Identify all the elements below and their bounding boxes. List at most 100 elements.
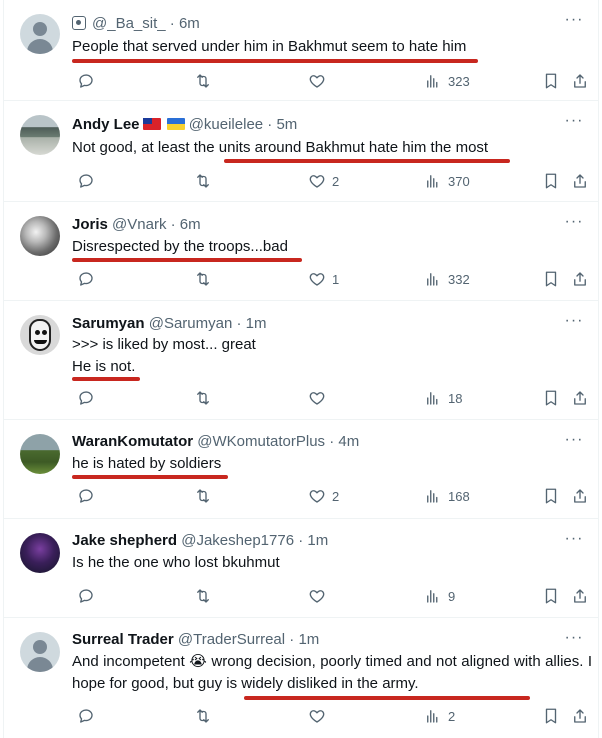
share-icon bbox=[574, 272, 586, 286]
share-button[interactable] bbox=[571, 171, 589, 191]
photo-avatar[interactable] bbox=[20, 115, 60, 155]
more-options-icon[interactable]: ··· bbox=[564, 214, 584, 232]
share-button[interactable] bbox=[571, 586, 589, 606]
views-button[interactable]: 18 bbox=[424, 388, 462, 408]
default-avatar[interactable] bbox=[20, 14, 60, 54]
retweet-button[interactable] bbox=[194, 171, 218, 191]
views-button[interactable]: 323 bbox=[424, 71, 470, 91]
retweet-button[interactable] bbox=[194, 388, 218, 408]
dot-separator: · bbox=[236, 315, 242, 332]
display-name[interactable]: Jake shepherd bbox=[72, 532, 177, 549]
like-button[interactable]: 2 bbox=[308, 486, 339, 506]
photo-avatar[interactable] bbox=[20, 216, 60, 256]
like-button[interactable]: 1 bbox=[308, 269, 339, 289]
tweet[interactable]: Andy Lee @kueilelee · 5m ··· Not good, a… bbox=[4, 101, 598, 202]
reply-button[interactable] bbox=[77, 706, 101, 726]
photo-avatar[interactable] bbox=[20, 434, 60, 474]
user-handle[interactable]: @WKomutatorPlus bbox=[197, 433, 325, 450]
like-button[interactable] bbox=[308, 706, 332, 726]
bookmark-icon bbox=[545, 708, 557, 724]
timestamp[interactable]: 1m bbox=[246, 315, 267, 332]
display-name[interactable]: Surreal Trader bbox=[72, 631, 174, 648]
like-button[interactable] bbox=[308, 586, 332, 606]
more-options-icon[interactable]: ··· bbox=[564, 531, 584, 549]
retweet-button[interactable] bbox=[194, 586, 218, 606]
tweet[interactable]: WaranKomutator @WKomutatorPlus · 4m ··· … bbox=[4, 420, 598, 519]
retweet-button[interactable] bbox=[194, 486, 218, 506]
more-options-icon[interactable]: ··· bbox=[564, 12, 584, 30]
tweet[interactable]: @_Ba_sit_ · 6m ··· People that served un… bbox=[4, 0, 598, 101]
user-handle[interactable]: @Vnark bbox=[112, 216, 166, 233]
reply-icon bbox=[79, 174, 93, 188]
default-avatar[interactable] bbox=[20, 632, 60, 672]
bookmark-button[interactable] bbox=[542, 269, 560, 289]
display-name[interactable]: Joris bbox=[72, 216, 108, 233]
more-options-icon[interactable]: ··· bbox=[564, 313, 584, 331]
reply-icon bbox=[79, 589, 93, 603]
taiwan-flag-icon bbox=[142, 118, 161, 130]
more-options-icon[interactable]: ··· bbox=[564, 432, 584, 450]
tweet-text: Not good, at least the units around Bakh… bbox=[72, 137, 588, 159]
timestamp[interactable]: 1m bbox=[307, 532, 328, 549]
reply-button[interactable] bbox=[77, 269, 101, 289]
user-handle[interactable]: @kueilelee bbox=[189, 116, 263, 133]
timestamp[interactable]: 6m bbox=[179, 15, 200, 32]
user-handle[interactable]: @Jakeshep1776 bbox=[181, 532, 294, 549]
user-handle[interactable]: @TraderSurreal bbox=[178, 631, 285, 648]
display-name[interactable]: WaranKomutator bbox=[72, 433, 193, 450]
views-count: 168 bbox=[448, 488, 470, 504]
share-button[interactable] bbox=[571, 269, 589, 289]
tweet[interactable]: Joris @Vnark · 6m ··· Disrespected by th… bbox=[4, 202, 598, 301]
reply-button[interactable] bbox=[77, 171, 101, 191]
bookmark-button[interactable] bbox=[542, 486, 560, 506]
share-button[interactable] bbox=[571, 71, 589, 91]
views-button[interactable]: 9 bbox=[424, 586, 455, 606]
share-button[interactable] bbox=[571, 388, 589, 408]
like-button[interactable] bbox=[308, 388, 332, 408]
more-options-icon[interactable]: ··· bbox=[564, 113, 584, 131]
views-button[interactable]: 168 bbox=[424, 486, 470, 506]
share-button[interactable] bbox=[571, 486, 589, 506]
tweet-text: People that served under him in Bakhmut … bbox=[72, 36, 588, 58]
tweet-actions: 18 bbox=[72, 388, 590, 408]
tweet[interactable]: Jake shepherd @Jakeshep1776 · 1m ··· Is … bbox=[4, 519, 598, 618]
views-count: 370 bbox=[448, 173, 470, 189]
bookmark-button[interactable] bbox=[542, 706, 560, 726]
highlight-underline bbox=[244, 696, 530, 700]
like-button[interactable] bbox=[308, 71, 332, 91]
bookmark-button[interactable] bbox=[542, 171, 560, 191]
share-icon bbox=[574, 489, 586, 503]
share-button[interactable] bbox=[571, 706, 589, 726]
views-button[interactable]: 370 bbox=[424, 171, 470, 191]
share-icon bbox=[574, 174, 586, 188]
timestamp[interactable]: 4m bbox=[338, 433, 359, 450]
tweet[interactable]: Surreal Trader @TraderSurreal · 1m ··· A… bbox=[4, 618, 598, 738]
bookmark-button[interactable] bbox=[542, 586, 560, 606]
retweet-icon bbox=[197, 74, 209, 88]
user-handle[interactable]: @Sarumyan bbox=[149, 315, 233, 332]
display-name[interactable]: Sarumyan bbox=[72, 315, 145, 332]
retweet-button[interactable] bbox=[194, 706, 218, 726]
bookmark-icon bbox=[545, 588, 557, 604]
display-name[interactable]: Andy Lee bbox=[72, 116, 140, 133]
timestamp[interactable]: 1m bbox=[298, 631, 319, 648]
photo-avatar[interactable] bbox=[20, 533, 60, 573]
bookmark-button[interactable] bbox=[542, 71, 560, 91]
tweet[interactable]: Sarumyan @Sarumyan · 1m ··· >>> is liked… bbox=[4, 301, 598, 420]
face-avatar[interactable] bbox=[20, 315, 60, 355]
tweet-actions: 2 168 bbox=[72, 486, 590, 506]
timestamp[interactable]: 5m bbox=[276, 116, 297, 133]
bookmark-button[interactable] bbox=[542, 388, 560, 408]
like-button[interactable]: 2 bbox=[308, 171, 339, 191]
reply-button[interactable] bbox=[77, 388, 101, 408]
timestamp[interactable]: 6m bbox=[180, 216, 201, 233]
retweet-button[interactable] bbox=[194, 269, 218, 289]
views-button[interactable]: 2 bbox=[424, 706, 455, 726]
views-button[interactable]: 332 bbox=[424, 269, 470, 289]
reply-button[interactable] bbox=[77, 486, 101, 506]
more-options-icon[interactable]: ··· bbox=[564, 630, 584, 648]
user-handle[interactable]: @_Ba_sit_ bbox=[92, 15, 166, 32]
reply-button[interactable] bbox=[77, 586, 101, 606]
reply-button[interactable] bbox=[77, 71, 101, 91]
retweet-button[interactable] bbox=[194, 71, 218, 91]
